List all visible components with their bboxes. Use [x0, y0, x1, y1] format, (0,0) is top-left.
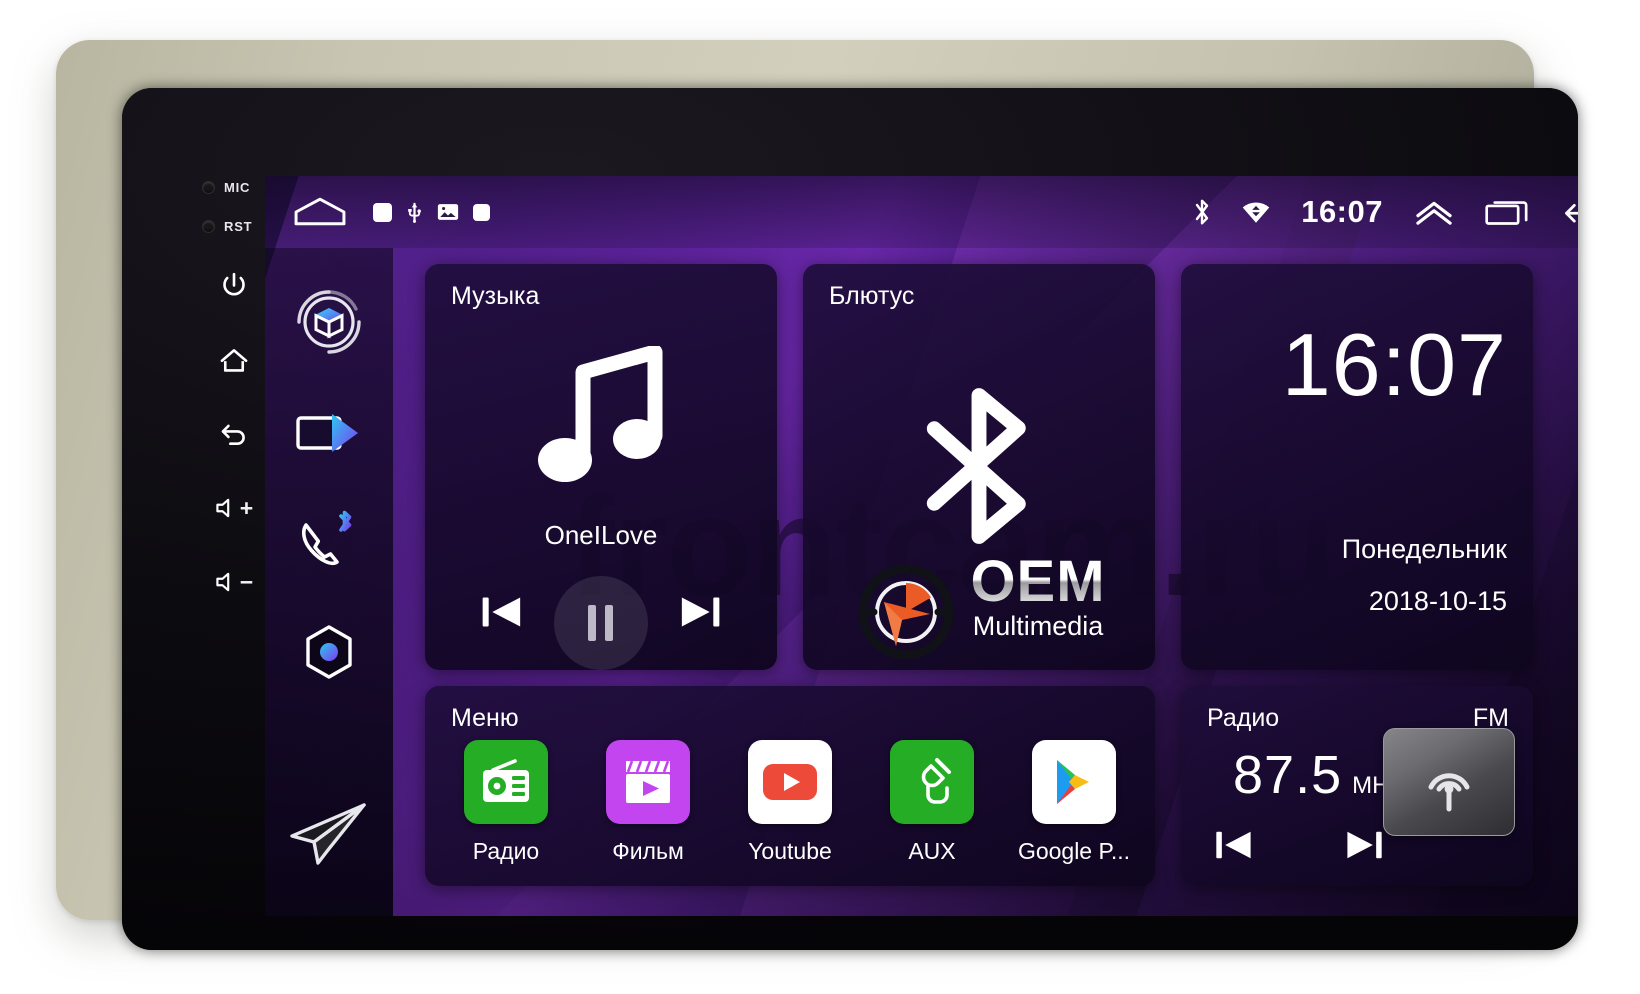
- play-pause-button[interactable]: [553, 576, 648, 670]
- youtube-app-icon: [748, 740, 832, 824]
- status-tray-icons: [373, 202, 490, 223]
- home-icon: [220, 349, 248, 372]
- sidebar-item-apps[interactable]: [277, 270, 381, 374]
- oem-brand-text: OEM Multimedia: [970, 549, 1106, 642]
- oem-brand-logo: OEM Multimedia: [803, 549, 1155, 662]
- app-label: Youtube: [748, 838, 832, 864]
- app-radio[interactable]: Радио: [447, 740, 565, 865]
- aux-plug-icon: [890, 740, 974, 824]
- chevron-up-double-icon[interactable]: [1413, 197, 1455, 227]
- back-arrow-icon[interactable]: [1561, 197, 1578, 227]
- mic-led-label: MIC: [224, 180, 251, 195]
- power-icon: [223, 272, 245, 296]
- video-play-icon: [296, 414, 358, 452]
- bluetooth-card[interactable]: Блютус OEM Multimedia: [803, 264, 1155, 670]
- pause-icon: [588, 605, 614, 641]
- usb-icon: [408, 202, 421, 223]
- app-rail: [265, 248, 393, 916]
- volume-up-button[interactable]: +: [212, 486, 256, 530]
- music-note-icon: [425, 326, 777, 516]
- bluetooth-icon: [803, 382, 1155, 550]
- status-bar-clock: 16:07: [1301, 194, 1383, 229]
- radio-card-title: Радио: [1207, 704, 1280, 732]
- menu-app-grid: Радио Фильм Youtube AUX Google P...: [447, 740, 1133, 865]
- power-button[interactable]: [212, 264, 256, 308]
- rst-led-dot[interactable]: [202, 220, 215, 233]
- rst-led-label: RST: [224, 219, 253, 234]
- skip-previous-icon[interactable]: [1213, 826, 1255, 864]
- volume-down-label: −: [239, 568, 254, 595]
- bluetooth-card-title: Блютус: [829, 282, 915, 310]
- image-icon: [437, 204, 459, 220]
- hardware-control-column: MIC RST + −: [200, 180, 268, 900]
- clock-date: 2018-10-15: [1368, 586, 1507, 616]
- mic-led-dot: [202, 181, 215, 194]
- clock-weekday: Понедельник: [1341, 534, 1507, 564]
- clock-time: 16:07: [1281, 315, 1507, 414]
- music-controls: [425, 576, 777, 670]
- status-bar-left: [293, 196, 490, 228]
- status-bar-right: 16:07: [1193, 194, 1578, 230]
- square-icon: [373, 202, 392, 222]
- mic-led: MIC: [200, 180, 268, 195]
- app-label: Фильм: [612, 838, 684, 864]
- android-screen[interactable]: frontcam.ru: [265, 176, 1578, 916]
- radio-frequency-display: 87.5 MHz: [1233, 744, 1401, 806]
- google-play-icon: [1032, 740, 1116, 824]
- volume-down-button[interactable]: −: [212, 560, 256, 604]
- back-arrow-icon: [221, 424, 245, 446]
- volume-up-icon: +: [215, 495, 253, 522]
- app-label: Google P...: [1017, 838, 1131, 864]
- home-outline-icon[interactable]: [293, 196, 347, 228]
- music-card-title: Музыка: [451, 282, 540, 310]
- cube-apps-icon: [297, 290, 361, 354]
- app-aux[interactable]: AUX: [873, 740, 991, 865]
- sidebar-item-navigation[interactable]: [277, 600, 381, 704]
- phone-bluetooth-icon: [301, 510, 352, 566]
- volume-down-icon: −: [215, 569, 253, 596]
- square-icon: [473, 203, 490, 221]
- skip-next-icon[interactable]: [1343, 826, 1385, 864]
- oem-brand-name: OEM: [970, 549, 1106, 614]
- skip-next-icon[interactable]: [677, 591, 723, 633]
- menu-card: Меню Радио Фильм Youtube AUX Google P...: [425, 686, 1155, 886]
- volume-up-label: +: [239, 494, 254, 521]
- skip-previous-icon[interactable]: [479, 591, 525, 633]
- back-button[interactable]: [212, 412, 256, 456]
- radio-card[interactable]: Радио FM 87.5 MHz: [1181, 686, 1533, 886]
- movie-app-icon: [606, 740, 690, 824]
- home-button[interactable]: [212, 338, 256, 382]
- oem-compass-logo: [858, 564, 954, 660]
- paper-plane-icon: [290, 803, 366, 865]
- recents-icon[interactable]: [1485, 197, 1531, 227]
- head-unit-device: MIC RST + − 16:07 Музыка OneILove Блютус…: [56, 40, 1578, 950]
- rst-led[interactable]: RST: [200, 219, 268, 234]
- app-label: AUX: [908, 838, 956, 864]
- hexagon-dot-icon: [306, 625, 352, 679]
- menu-card-title: Меню: [451, 704, 519, 732]
- radio-tower-icon: [1428, 773, 1470, 812]
- bluetooth-icon: [1196, 199, 1209, 225]
- app-movie[interactable]: Фильм: [589, 740, 707, 865]
- sidebar-item-telegram[interactable]: [277, 782, 381, 886]
- device-bezel: MIC RST + − 16:07 Музыка OneILove Блютус…: [122, 88, 1578, 950]
- sidebar-item-phone-bluetooth[interactable]: [277, 490, 381, 594]
- app-label: Радио: [472, 838, 540, 864]
- wifi-icon: [1242, 202, 1270, 223]
- music-card[interactable]: Музыка OneILove: [425, 264, 777, 670]
- app-youtube[interactable]: Youtube: [731, 740, 849, 865]
- app-google-play[interactable]: Google P...: [1015, 740, 1133, 865]
- music-track-title: OneILove: [544, 520, 658, 550]
- oem-brand-sub: Multimedia: [972, 611, 1104, 642]
- radio-frequency-value: 87.5: [1233, 745, 1343, 805]
- status-bar: 16:07: [265, 176, 1578, 248]
- radio-tune-button[interactable]: [1383, 728, 1515, 836]
- radio-app-icon: [464, 740, 548, 824]
- radio-controls: [1213, 826, 1385, 864]
- clock-card[interactable]: 16:07 Понедельник 2018-10-15: [1181, 264, 1533, 670]
- sidebar-item-video[interactable]: [277, 380, 381, 484]
